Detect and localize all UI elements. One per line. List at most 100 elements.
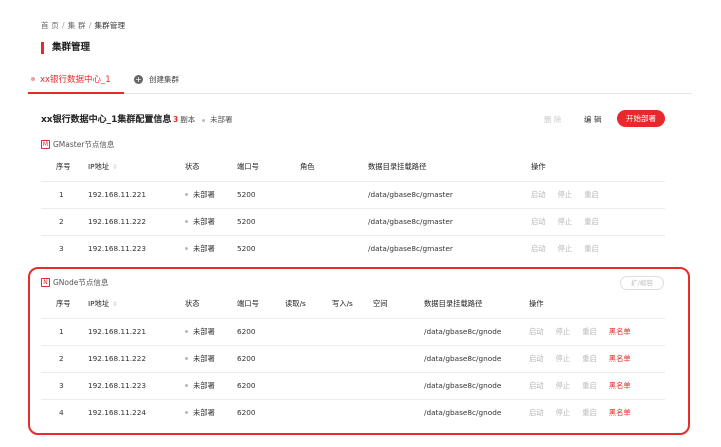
col-actions: 操作: [529, 299, 544, 309]
cell-status: 未部署: [185, 344, 237, 372]
cell-path: /data/gbase8c/gmaster: [368, 207, 531, 235]
col-read: 读取/s: [285, 299, 306, 309]
stop-button[interactable]: 停止: [558, 244, 573, 253]
restart-button[interactable]: 重启: [582, 327, 597, 336]
table-row: 2 192.168.11.222 未部署 5200/data/gbase8c/gmas…: [41, 207, 665, 235]
breadcrumb-separator: /: [88, 21, 92, 30]
restart-button[interactable]: 重启: [582, 408, 597, 417]
col-ip-label: IP地址: [88, 299, 110, 309]
cell-role: [300, 207, 368, 235]
cell-read: [285, 317, 332, 345]
blacklist-button[interactable]: 黑名单: [609, 408, 631, 417]
col-write: 写入/s: [332, 299, 353, 309]
breadcrumb-home[interactable]: 首 页: [41, 21, 59, 30]
stop-button[interactable]: 停止: [556, 327, 571, 336]
cell-status: 未部署: [185, 317, 237, 345]
gmaster-title-label: GMaster节点信息: [53, 140, 115, 149]
stop-button[interactable]: 停止: [556, 354, 571, 363]
cell-port: 5200: [237, 207, 300, 235]
restart-button[interactable]: 重启: [584, 244, 599, 253]
restart-button[interactable]: 重启: [584, 190, 599, 199]
cell-idx: 3: [41, 371, 88, 399]
cell-role: [300, 234, 368, 262]
blacklist-button[interactable]: 黑名单: [609, 327, 631, 336]
cell-idx: 2: [41, 207, 88, 235]
cell-actions: 启动 停止 重启: [531, 207, 665, 235]
restart-button[interactable]: 重启: [582, 354, 597, 363]
cell-path: /data/gbase8c/gmaster: [368, 180, 531, 208]
table-row: 3 192.168.11.223 未部署 5200/data/gbase8c/gmas…: [41, 234, 665, 262]
create-cluster-label: 创建集群: [149, 75, 179, 84]
stop-button[interactable]: 停止: [558, 190, 573, 199]
restart-button[interactable]: 重启: [584, 217, 599, 226]
start-deploy-button[interactable]: 开始部署: [617, 110, 665, 127]
edit-button[interactable]: 编 辑: [584, 114, 601, 125]
stop-button[interactable]: 停止: [558, 217, 573, 226]
tab-active-cluster[interactable]: xx银行数据中心_1: [28, 66, 124, 94]
status-dot-icon: [185, 384, 188, 387]
start-button[interactable]: 启动: [529, 408, 544, 417]
col-ip[interactable]: IP地址 ⇳: [88, 154, 185, 181]
cell-idx-value: 2: [59, 354, 64, 363]
table-header-row: 序号 IP地址 ⇳ 状态 端口号 角色 数据目录挂载路径 操作: [41, 154, 665, 181]
start-button[interactable]: 启动: [531, 190, 546, 199]
tab-dot-icon: [31, 77, 35, 81]
cell-path-value: /data/gbase8c/gnode: [424, 408, 502, 418]
blacklist-button[interactable]: 黑名单: [609, 354, 631, 363]
restart-button[interactable]: 重启: [582, 381, 597, 390]
sort-icon[interactable]: ⇳: [112, 163, 117, 171]
cell-space: [373, 317, 424, 345]
cell-port: 5200: [237, 234, 300, 262]
table-row: 2 192.168.11.222 未部署 6200/data/gbase8c/gnod…: [41, 344, 665, 372]
cell-idx-value: 3: [59, 381, 64, 390]
cell-path: /data/gbase8c/gnode: [424, 371, 529, 399]
cell-status: 未部署: [185, 234, 237, 262]
cell-ip-value: 192.168.11.221: [88, 327, 147, 336]
col-ip[interactable]: IP地址 ⇳: [88, 291, 185, 318]
table-row: 1 192.168.11.221 未部署 6200/data/gbase8c/gnod…: [41, 317, 665, 345]
cell-write: [332, 398, 373, 426]
cell-port-value: 6200: [237, 327, 256, 336]
cell-idx: 1: [41, 317, 88, 345]
cell-actions: 启动 停止 重启 黑名单: [529, 317, 665, 345]
cell-path: /data/gbase8c/gnode: [424, 398, 529, 426]
cell-path: /data/gbase8c/gnode: [424, 317, 529, 345]
start-button[interactable]: 启动: [531, 217, 546, 226]
cell-port-value: 5200: [237, 217, 256, 226]
scale-button[interactable]: 扩/缩容: [620, 276, 664, 290]
cell-port-value: 6200: [237, 408, 256, 418]
cluster-tabs: xx银行数据中心_1 + 创建集群: [28, 66, 692, 94]
start-button[interactable]: 启动: [529, 354, 544, 363]
cell-status: 未部署: [185, 180, 237, 208]
cell-status-value: 未部署: [193, 243, 215, 253]
start-button[interactable]: 启动: [531, 244, 546, 253]
col-path: 数据目录挂载路径: [368, 162, 427, 172]
blacklist-button[interactable]: 黑名单: [609, 381, 631, 390]
col-actions: 操作: [531, 162, 546, 172]
start-button[interactable]: 启动: [529, 327, 544, 336]
tab-label: xx银行数据中心_1: [40, 75, 111, 85]
col-index: 序号: [56, 299, 71, 309]
delete-button[interactable]: 删 除: [544, 114, 561, 125]
cell-port-value: 6200: [237, 354, 256, 363]
cell-ip: 192.168.11.223: [88, 234, 185, 262]
cell-idx-value: 3: [59, 244, 64, 254]
stop-button[interactable]: 停止: [556, 408, 571, 417]
cell-actions: 启动 停止 重启 黑名单: [529, 344, 665, 372]
gnode-title-label: GNode节点信息: [53, 278, 109, 287]
cell-status-value: 未部署: [193, 216, 215, 226]
cell-path: /data/gbase8c/gmaster: [368, 234, 531, 262]
breadcrumb-current: 集群管理: [94, 21, 126, 30]
col-role: 角色: [300, 162, 315, 172]
stop-button[interactable]: 停止: [556, 381, 571, 390]
cell-ip: 192.168.11.224: [88, 398, 185, 426]
start-button[interactable]: 启动: [529, 381, 544, 390]
breadcrumb-cluster[interactable]: 集 群: [68, 21, 86, 30]
create-cluster-tab[interactable]: + 创建集群: [134, 66, 179, 94]
cell-status: 未部署: [185, 371, 237, 399]
sort-icon[interactable]: ⇳: [112, 300, 117, 308]
gnode-table: 序号 IP地址 ⇳ 状态 端口号 读取/s 写入/s 空间 数据目录挂载路径 操作…: [41, 291, 665, 426]
cell-port: 6200: [237, 344, 285, 372]
cell-status: 未部署: [185, 398, 237, 426]
table-row: 4 192.168.11.224 未部署 6200/data/gbase8c/gnod…: [41, 398, 665, 426]
